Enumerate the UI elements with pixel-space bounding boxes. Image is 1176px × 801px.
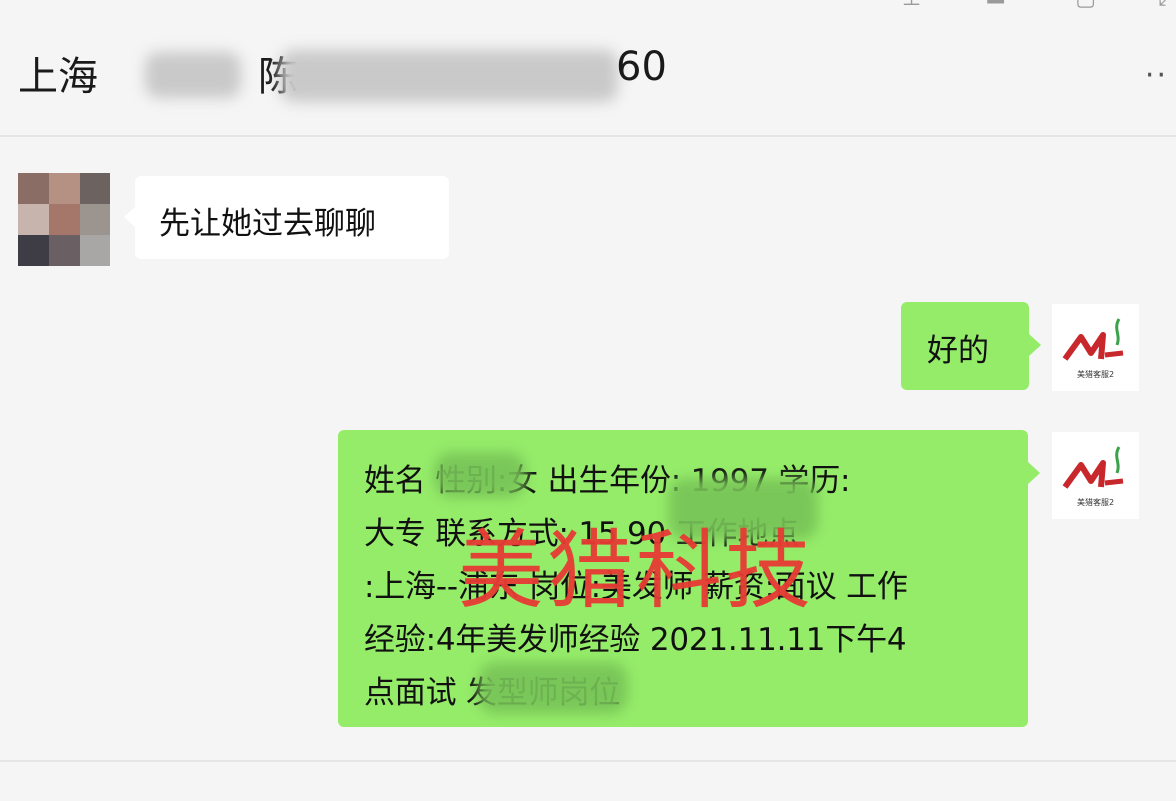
maximize-icon[interactable]: ▢ bbox=[1075, 0, 1096, 10]
redacted-name bbox=[145, 52, 241, 98]
message-text: 先让她过去聊聊 bbox=[159, 206, 376, 242]
minimize-icon[interactable]: ▬ bbox=[985, 0, 1006, 10]
bubble-tail bbox=[1029, 334, 1041, 356]
brand-logo-icon bbox=[1062, 318, 1123, 361]
redacted-name bbox=[434, 452, 526, 498]
message-bubble-received[interactable]: 先让她过去聊聊 bbox=[135, 176, 449, 259]
brand-logo-icon bbox=[1062, 446, 1123, 489]
chat-title-suffix: 60 bbox=[616, 44, 667, 90]
redacted-text bbox=[478, 662, 628, 714]
input-toolbar bbox=[0, 760, 1176, 801]
more-options-button[interactable]: ·· bbox=[1145, 58, 1168, 93]
message-bubble-sent[interactable]: 好的 bbox=[901, 302, 1029, 390]
avatar-caption: 美猎客服2 bbox=[1076, 370, 1115, 379]
redacted-phone bbox=[280, 50, 618, 102]
bubble-tail bbox=[1028, 462, 1040, 484]
message-text: 好的 bbox=[927, 333, 989, 369]
chat-title-prefix: 上海 bbox=[18, 54, 98, 100]
chat-header: 上海 陈 60 ·· bbox=[0, 0, 1176, 137]
contact-avatar[interactable] bbox=[18, 173, 110, 266]
my-avatar[interactable]: 美猎客服2 bbox=[1052, 304, 1139, 391]
avatar-caption: 美猎客服2 bbox=[1076, 498, 1115, 507]
pin-icon[interactable]: ⊥ bbox=[902, 0, 921, 10]
watermark-text: 美猎科技 bbox=[458, 521, 814, 621]
close-icon[interactable]: ⤢ bbox=[1158, 0, 1176, 10]
my-avatar[interactable]: 美猎客服2 bbox=[1052, 432, 1139, 519]
